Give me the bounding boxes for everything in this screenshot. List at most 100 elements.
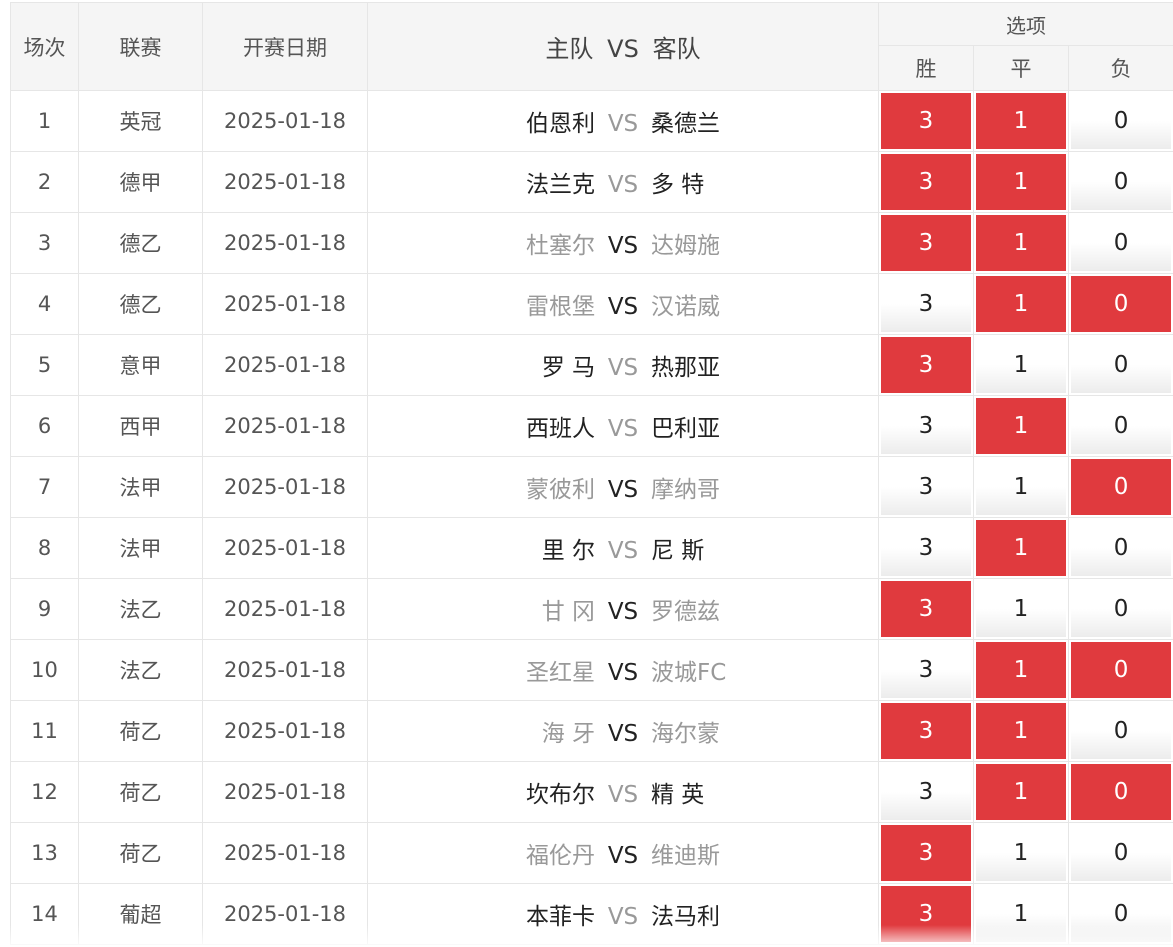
away-team: 海尔蒙 xyxy=(651,721,720,747)
option-draw-button[interactable]: 1 xyxy=(976,520,1066,576)
match-date: 2025-01-18 xyxy=(202,639,368,701)
home-team: 蒙彼利 xyxy=(526,477,595,503)
round-number: 11 xyxy=(10,700,79,762)
league-name: 荷乙 xyxy=(78,822,203,884)
option-win-button[interactable]: 3 xyxy=(881,764,971,820)
vs-label: VS xyxy=(607,782,639,808)
option-draw-cell: 1 xyxy=(973,334,1069,396)
option-draw-button[interactable]: 1 xyxy=(976,581,1066,637)
option-lose-button[interactable]: 0 xyxy=(1071,459,1172,515)
match-cell: 福伦丹 VS 维迪斯 xyxy=(367,822,879,884)
option-lose-button[interactable]: 0 xyxy=(1071,642,1172,698)
header-win: 胜 xyxy=(878,45,974,91)
round-number: 7 xyxy=(10,456,79,518)
option-draw-cell: 1 xyxy=(973,700,1069,762)
option-win-cell: 3 xyxy=(878,700,974,762)
option-draw-button[interactable]: 1 xyxy=(976,764,1066,820)
lottery-match-table: 场次 联赛 开赛日期 主队 VS 客队 选项 胜 平 负 1 英冠 2025-01-… xyxy=(10,2,1173,945)
match-cell: 里 尔 VS 尼 斯 xyxy=(367,517,879,579)
option-draw-button[interactable]: 1 xyxy=(976,703,1066,759)
vs-label: VS xyxy=(607,477,639,503)
option-draw-button[interactable]: 1 xyxy=(976,398,1066,454)
option-lose-button[interactable]: 0 xyxy=(1071,398,1172,454)
vs-label: VS xyxy=(607,416,639,442)
option-win-cell: 3 xyxy=(878,212,974,274)
home-team: 甘 冈 xyxy=(541,599,595,625)
header-away: 客队 xyxy=(652,35,701,63)
table-row: 14 葡超 2025-01-18 本菲卡 VS 法马利 3 1 0 xyxy=(10,883,1173,945)
option-win-button[interactable]: 3 xyxy=(881,703,971,759)
match-cell: 杜塞尔 VS 达姆施 xyxy=(367,212,879,274)
home-team: 雷根堡 xyxy=(526,294,595,320)
league-name: 德乙 xyxy=(78,273,203,335)
option-win-cell: 3 xyxy=(878,273,974,335)
option-draw-button[interactable]: 1 xyxy=(976,337,1066,393)
option-win-button[interactable]: 3 xyxy=(881,154,971,210)
option-lose-button[interactable]: 0 xyxy=(1071,581,1172,637)
table-row: 8 法甲 2025-01-18 里 尔 VS 尼 斯 310 xyxy=(10,517,1173,579)
option-win-button[interactable]: 3 xyxy=(881,215,971,271)
option-lose-cell: 0 xyxy=(1067,151,1173,213)
home-team: 法兰克 xyxy=(526,172,595,198)
table-row: 10 法乙 2025-01-18 圣红星 VS 波城FC 3 1 0 xyxy=(10,639,1173,701)
option-win-button[interactable]: 3 xyxy=(881,398,971,454)
home-team: 西班人 xyxy=(526,416,595,442)
option-draw-button[interactable]: 1 xyxy=(976,459,1066,515)
option-draw-button[interactable]: 1 xyxy=(976,276,1066,332)
option-draw-cell: 1 xyxy=(973,273,1069,335)
away-team: 达姆施 xyxy=(651,233,720,259)
away-team: 桑德兰 xyxy=(651,111,720,137)
option-draw-cell: 1 xyxy=(973,578,1069,640)
option-lose-cell: 0 xyxy=(1067,456,1173,518)
option-lose-cell: 0 xyxy=(1067,883,1173,945)
option-lose-button[interactable]: 0 xyxy=(1071,886,1172,942)
away-team: 精 英 xyxy=(651,782,705,808)
home-team: 本菲卡 xyxy=(526,904,595,930)
option-lose-button[interactable]: 0 xyxy=(1071,215,1172,271)
option-win-button[interactable]: 3 xyxy=(881,520,971,576)
option-win-button[interactable]: 3 xyxy=(881,642,971,698)
round-number: 9 xyxy=(10,578,79,640)
option-lose-button[interactable]: 0 xyxy=(1071,703,1172,759)
option-win-button[interactable]: 3 xyxy=(881,276,971,332)
option-win-button[interactable]: 3 xyxy=(881,93,971,149)
option-draw-button[interactable]: 1 xyxy=(976,642,1066,698)
option-draw-button[interactable]: 1 xyxy=(976,154,1066,210)
round-number: 8 xyxy=(10,517,79,579)
home-team: 里 尔 xyxy=(541,538,595,564)
match-cell: 雷根堡 VS 汉诺威 xyxy=(367,273,879,335)
option-lose-button[interactable]: 0 xyxy=(1071,276,1172,332)
vs-label: VS xyxy=(607,660,639,686)
option-draw-button[interactable]: 1 xyxy=(976,215,1066,271)
option-win-button[interactable]: 3 xyxy=(881,886,971,942)
option-lose-button[interactable]: 0 xyxy=(1071,154,1172,210)
match-cell: 海 牙 VS 海尔蒙 xyxy=(367,700,879,762)
vs-label: VS xyxy=(607,538,639,564)
option-draw-button[interactable]: 1 xyxy=(976,93,1066,149)
option-lose-button[interactable]: 0 xyxy=(1071,764,1172,820)
league-name: 法甲 xyxy=(78,456,203,518)
option-lose-button[interactable]: 0 xyxy=(1071,520,1172,576)
league-name: 葡超 xyxy=(78,883,203,945)
option-lose-button[interactable]: 0 xyxy=(1071,337,1172,393)
option-lose-button[interactable]: 0 xyxy=(1071,825,1172,881)
option-draw-button[interactable]: 1 xyxy=(976,825,1066,881)
option-win-button[interactable]: 3 xyxy=(881,581,971,637)
option-win-cell: 3 xyxy=(878,578,974,640)
match-cell: 圣红星 VS 波城FC xyxy=(367,639,879,701)
option-win-cell: 3 xyxy=(878,456,974,518)
option-lose-button[interactable]: 0 xyxy=(1071,93,1172,149)
match-date: 2025-01-18 xyxy=(202,578,368,640)
match-cell: 罗 马 VS 热那亚 xyxy=(367,334,879,396)
round-number: 14 xyxy=(10,883,79,945)
option-draw-cell: 1 xyxy=(973,212,1069,274)
option-win-button[interactable]: 3 xyxy=(881,337,971,393)
home-team: 福伦丹 xyxy=(526,843,595,869)
option-draw-cell: 1 xyxy=(973,761,1069,823)
vs-label: VS xyxy=(607,599,639,625)
option-win-button[interactable]: 3 xyxy=(881,459,971,515)
option-win-button[interactable]: 3 xyxy=(881,825,971,881)
option-draw-button[interactable]: 1 xyxy=(976,886,1066,942)
league-name: 德甲 xyxy=(78,151,203,213)
option-lose-cell: 0 xyxy=(1067,334,1173,396)
